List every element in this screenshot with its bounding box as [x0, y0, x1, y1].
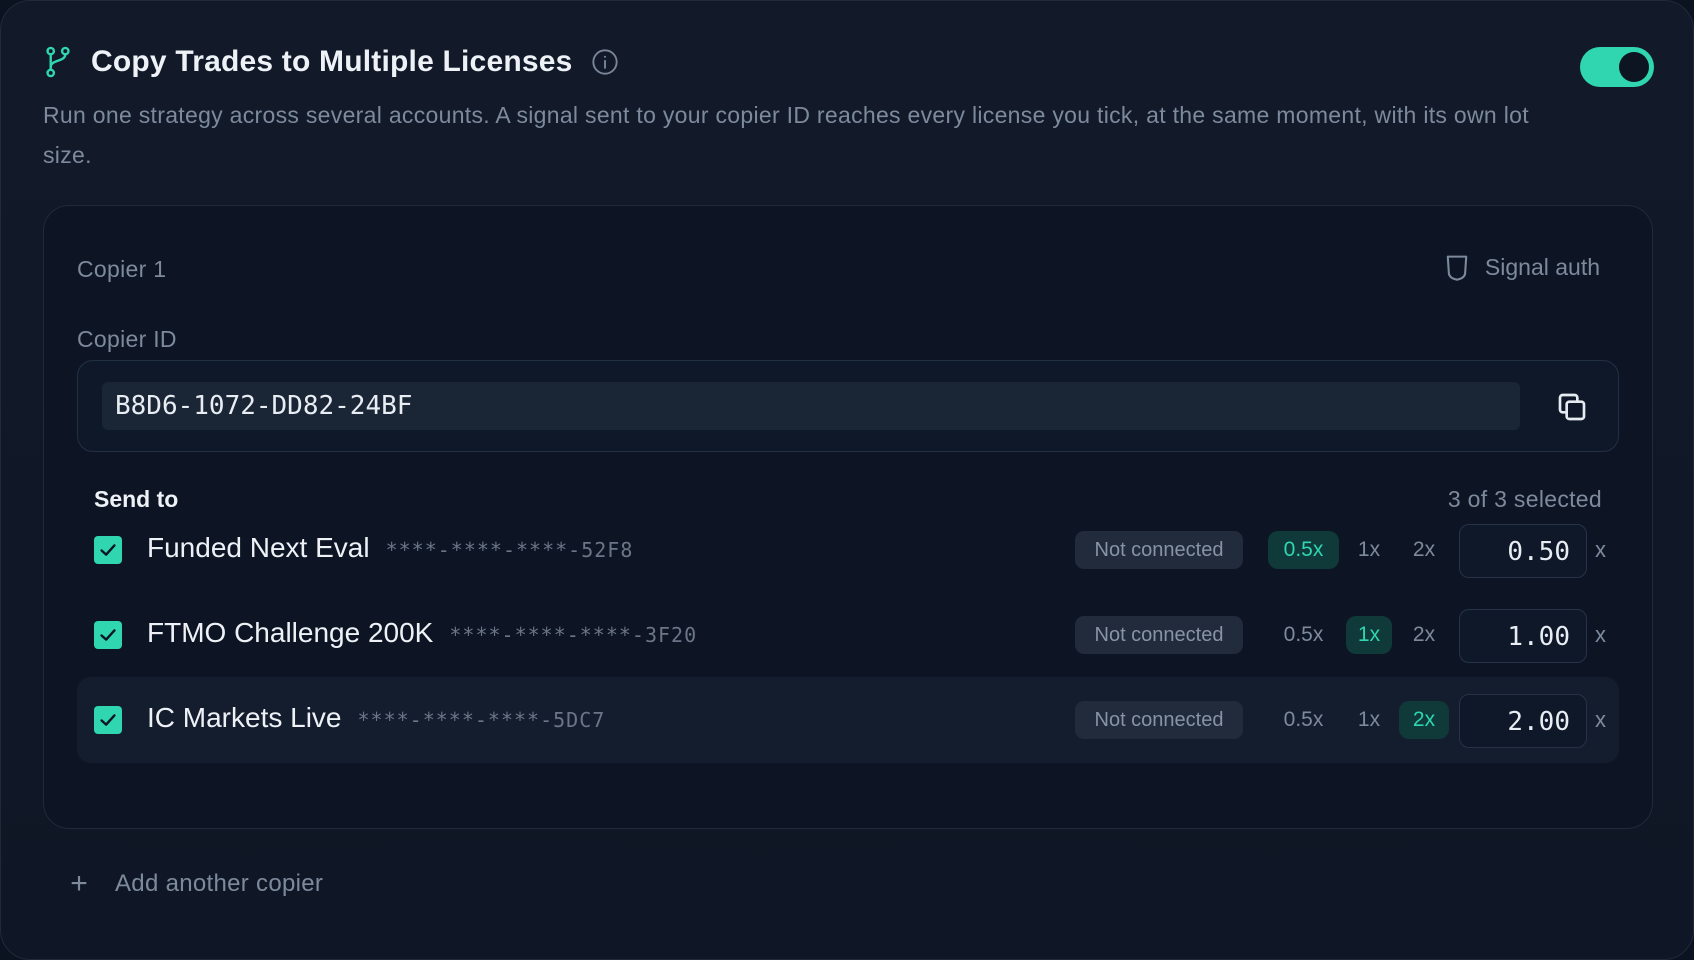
status-badge: Not connected: [1075, 531, 1243, 569]
copier-id-field[interactable]: B8D6-1072-DD82-24BF: [102, 382, 1520, 430]
check-icon: [100, 629, 116, 641]
add-copier-label: Add another copier: [115, 870, 324, 897]
account-name: Funded Next Eval: [147, 532, 370, 563]
lot-suffix: x: [1595, 707, 1606, 732]
multiplier-option-2[interactable]: 2x: [1399, 531, 1449, 569]
copier-name: Copier 1: [77, 256, 167, 282]
page-title: Copy Trades to Multiple Licenses: [91, 45, 573, 78]
signal-auth-label: Signal auth: [1484, 253, 1600, 280]
account-key: ****-****-****-5DC7: [357, 708, 606, 732]
account-name: FTMO Challenge 200K: [147, 617, 434, 648]
multiplier-option-1[interactable]: 1x: [1346, 616, 1392, 654]
multiplier-option-2[interactable]: 2x: [1399, 616, 1449, 654]
shield-icon: [1446, 255, 1468, 281]
lot-suffix: x: [1595, 537, 1606, 562]
copier-card: Copier 1 Signal auth Copier ID B8D6-1072…: [43, 205, 1653, 829]
lot-suffix: x: [1595, 622, 1606, 647]
account-checkbox[interactable]: [94, 706, 122, 734]
info-icon[interactable]: [591, 48, 619, 76]
account-key: ****-****-****-3F20: [449, 623, 698, 647]
multiplier-option-1[interactable]: 1x: [1346, 701, 1392, 739]
account-checkbox[interactable]: [94, 536, 122, 564]
add-copier-button[interactable]: + Add another copier: [67, 869, 323, 899]
account-key: ****-****-****-52F8: [385, 538, 634, 562]
account-label: FTMO Challenge 200K ****-****-****-3F20: [147, 617, 697, 649]
account-name: IC Markets Live: [147, 702, 342, 733]
lot-size-input[interactable]: 0.50: [1459, 524, 1587, 578]
toggle-knob: [1619, 52, 1649, 82]
account-label: Funded Next Eval ****-****-****-52F8: [147, 532, 633, 564]
status-badge: Not connected: [1075, 616, 1243, 654]
check-icon: [100, 544, 116, 556]
panel-description: Run one strategy across several accounts…: [43, 102, 1529, 168]
account-row: IC Markets Live ****-****-****-5DC7 Not co…: [77, 677, 1619, 763]
check-icon: [100, 714, 116, 726]
copier-id-box: B8D6-1072-DD82-24BF: [77, 360, 1619, 452]
account-label: IC Markets Live ****-****-****-5DC7: [147, 702, 605, 734]
multiplier-option-0[interactable]: 0.5x: [1268, 531, 1339, 569]
multiplier-option-0[interactable]: 0.5x: [1268, 701, 1339, 739]
plus-icon: +: [70, 867, 88, 900]
lot-size-input[interactable]: 1.00: [1459, 609, 1587, 663]
panel-header: Copy Trades to Multiple Licenses: [43, 45, 619, 79]
copy-icon[interactable]: [1556, 391, 1588, 423]
enable-toggle[interactable]: [1580, 47, 1654, 87]
account-row: Funded Next Eval ****-****-****-52F8 Not c…: [77, 507, 1619, 593]
copy-trades-panel: Copy Trades to Multiple Licenses Run one…: [0, 0, 1694, 960]
copier-id-label: Copier ID: [77, 326, 177, 352]
branch-icon: [46, 46, 70, 78]
multiplier-option-1[interactable]: 1x: [1346, 531, 1392, 569]
status-badge: Not connected: [1075, 701, 1243, 739]
account-checkbox[interactable]: [94, 621, 122, 649]
multiplier-option-2[interactable]: 2x: [1399, 701, 1449, 739]
lot-size-input[interactable]: 2.00: [1459, 694, 1587, 748]
account-row: FTMO Challenge 200K ****-****-****-3F20 No…: [77, 592, 1619, 678]
multiplier-option-0[interactable]: 0.5x: [1268, 616, 1339, 654]
signal-auth-button[interactable]: Signal auth: [1443, 252, 1600, 282]
